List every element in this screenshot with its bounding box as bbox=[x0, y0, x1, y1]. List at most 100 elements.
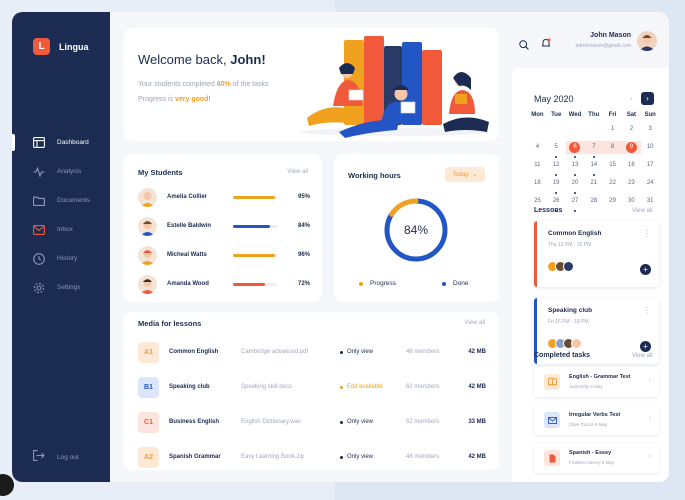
file-size: 33 MB bbox=[468, 419, 486, 425]
completed-task[interactable]: English - Grammar Test Sula Kelly 6 May › bbox=[534, 367, 659, 397]
access-label: Only view bbox=[347, 454, 374, 460]
weekday-label: Sat bbox=[626, 112, 637, 118]
user-avatar[interactable] bbox=[637, 31, 657, 51]
period-dropdown[interactable]: Today ⌄ bbox=[445, 167, 485, 182]
event-dot bbox=[592, 174, 595, 176]
media-view-all-link[interactable]: View all bbox=[464, 320, 485, 326]
calendar-day[interactable]: 10 bbox=[641, 141, 660, 154]
student-row[interactable]: Amanda Wood 72% bbox=[138, 274, 310, 294]
sidebar-item-settings[interactable]: Settings bbox=[12, 273, 110, 302]
more-options-icon[interactable]: ⋮ bbox=[643, 306, 651, 315]
calendar-day[interactable]: 16 bbox=[622, 159, 641, 172]
calendar-day[interactable]: 5 bbox=[547, 141, 566, 158]
media-file[interactable]: Speaking skill.docs bbox=[241, 384, 340, 390]
media-row[interactable]: C1 Business English English Dictionary.wav… bbox=[138, 410, 486, 434]
lesson-name: Common English bbox=[548, 230, 602, 237]
sidebar-nav: Dashboard Analysis Documents Inbox Histo… bbox=[12, 128, 110, 302]
chevron-right-icon[interactable]: › bbox=[649, 377, 651, 384]
completed-task[interactable]: Irregular Verbs Test Olive Garcia 6 May › bbox=[534, 405, 659, 435]
logout-button[interactable]: Log out bbox=[33, 448, 79, 466]
student-row[interactable]: Micheal Watts 96% bbox=[138, 245, 310, 265]
calendar-day[interactable]: 13 bbox=[566, 159, 585, 176]
student-name: Amelia Collier bbox=[167, 194, 208, 200]
calendar-day-number: 31 bbox=[646, 198, 654, 204]
add-participant-button[interactable]: + bbox=[640, 264, 651, 275]
completed-task[interactable]: Spanish - Essey Franklin Harvey 2 May › bbox=[534, 443, 659, 473]
lessons-view-all-link[interactable]: View all bbox=[632, 208, 653, 214]
file-size: 42 MB bbox=[468, 454, 486, 460]
media-row[interactable]: B1 Speaking club Speaking skill.docs Edit a… bbox=[138, 375, 486, 399]
chevron-right-icon[interactable]: › bbox=[649, 453, 651, 460]
calendar-grid: Mon Tue Wed Thu Fri Sat Sun 1 2 3 4 5 6 7 8 9 10 11 12 13 1… bbox=[528, 112, 660, 212]
calendar-day[interactable]: 29 bbox=[603, 195, 622, 208]
tasks-view-all-link[interactable]: View all bbox=[632, 353, 653, 359]
calendar-day[interactable]: 28 bbox=[584, 195, 603, 208]
calendar-day[interactable]: 14 bbox=[584, 159, 603, 176]
student-row[interactable]: Estelle Baldwin 84% bbox=[138, 216, 310, 236]
media-row[interactable]: A2 Spanish Grammar Easy Learning Book.zip O… bbox=[138, 445, 486, 469]
calendar-day[interactable]: 6 bbox=[565, 141, 585, 158]
event-dot bbox=[573, 210, 576, 212]
calendar-day[interactable]: 9 bbox=[621, 141, 641, 154]
chevron-right-icon[interactable]: › bbox=[649, 415, 651, 422]
calendar-day[interactable]: 7 bbox=[584, 141, 604, 158]
calendar-day[interactable]: 3 bbox=[641, 123, 660, 136]
sidebar-item-documents[interactable]: Documents bbox=[12, 186, 110, 215]
access-status: Only view bbox=[340, 349, 406, 355]
brand-logo[interactable]: L Lingua bbox=[33, 38, 89, 55]
calendar-day[interactable]: 30 bbox=[622, 195, 641, 208]
calendar-day[interactable]: 24 bbox=[641, 177, 660, 190]
calendar-next-button[interactable]: › bbox=[641, 92, 654, 105]
calendar-day[interactable]: 21 bbox=[584, 177, 603, 190]
calendar-day[interactable]: 4 bbox=[528, 141, 547, 154]
avatar bbox=[138, 274, 157, 294]
calendar-day[interactable]: 2 bbox=[622, 123, 641, 136]
logout-icon bbox=[33, 448, 45, 466]
task-name: Spanish - Essey bbox=[569, 450, 612, 456]
calendar-day[interactable]: 27 bbox=[566, 195, 585, 212]
media-name: Common English bbox=[169, 349, 219, 355]
calendar-day[interactable]: 23 bbox=[622, 177, 641, 190]
calendar-day[interactable]: 8 bbox=[603, 141, 622, 154]
students-view-all-link[interactable]: View all bbox=[287, 169, 308, 175]
add-participant-button[interactable]: + bbox=[640, 341, 651, 352]
calendar-day[interactable]: 12 bbox=[547, 159, 566, 176]
completed-tasks-title: Completed tasks bbox=[534, 352, 591, 359]
student-row[interactable]: Amelia Collier 95% bbox=[138, 187, 310, 207]
media-file[interactable]: Cambridge advanced.pdf bbox=[241, 349, 340, 355]
media-row[interactable]: A1 Common English Cambridge advanced.pdf On… bbox=[138, 340, 486, 364]
more-options-icon[interactable]: ⋮ bbox=[643, 229, 651, 238]
calendar-day[interactable]: 20 bbox=[566, 177, 585, 194]
calendar-day[interactable]: 15 bbox=[603, 159, 622, 172]
calendar-day-number: 19 bbox=[552, 180, 560, 186]
app-window: L Lingua Dashboard Analysis Documents In… bbox=[12, 12, 669, 482]
legend-done: Done bbox=[442, 280, 469, 287]
inbox-icon bbox=[33, 224, 45, 236]
lesson-card[interactable]: Common English Thu 13 PM - 15 PM ⋮ + bbox=[534, 221, 659, 287]
calendar-day[interactable]: 31 bbox=[641, 195, 660, 208]
event-dot bbox=[555, 192, 558, 194]
calendar-day-number: 11 bbox=[534, 162, 541, 168]
chevron-down-icon: ⌄ bbox=[472, 172, 478, 178]
student-name: Estelle Baldwin bbox=[167, 223, 212, 229]
book-icon bbox=[544, 374, 560, 390]
calendar-day[interactable]: 11 bbox=[528, 159, 547, 172]
legend-progress-dot bbox=[359, 281, 363, 286]
calendar-prev-button[interactable]: ‹ bbox=[625, 92, 638, 105]
media-file[interactable]: Easy Learning Book.zip bbox=[241, 454, 340, 460]
search-icon[interactable] bbox=[519, 37, 529, 55]
student-progress-fill bbox=[233, 282, 265, 286]
calendar-day[interactable]: 18 bbox=[528, 177, 547, 190]
calendar-day[interactable]: 19 bbox=[547, 177, 566, 194]
calendar-day-number: 26 bbox=[552, 198, 560, 204]
sidebar-item-dashboard[interactable]: Dashboard bbox=[12, 128, 110, 157]
sidebar-item-analysis[interactable]: Analysis bbox=[12, 157, 110, 186]
bell-icon[interactable] bbox=[541, 36, 551, 54]
sidebar-item-inbox[interactable]: Inbox bbox=[12, 215, 110, 244]
calendar-day[interactable]: 22 bbox=[603, 177, 622, 190]
sidebar-item-history[interactable]: History bbox=[12, 244, 110, 273]
calendar-day[interactable]: 1 bbox=[603, 123, 622, 136]
calendar-day[interactable]: 17 bbox=[641, 159, 660, 172]
media-file[interactable]: English Dictionary.wav bbox=[241, 419, 340, 425]
calendar-day-number: 25 bbox=[534, 198, 541, 204]
